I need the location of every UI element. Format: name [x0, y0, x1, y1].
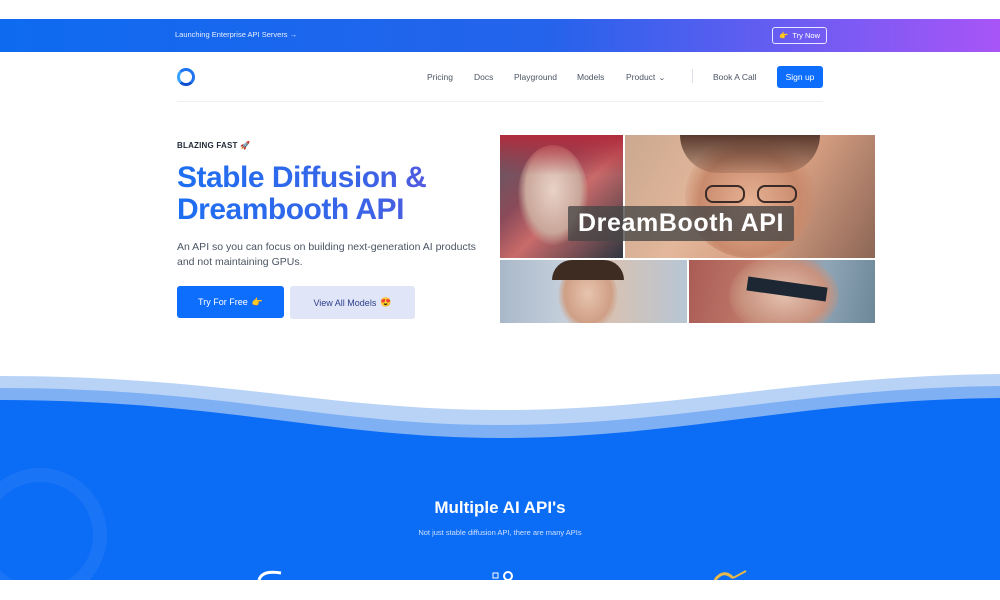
view-all-models-button[interactable]: View All Models 😍: [290, 286, 415, 319]
wave-section-background: [0, 370, 1000, 580]
portrait-image: [500, 260, 687, 323]
try-for-free-button[interactable]: Try For Free 👉: [177, 286, 284, 318]
announcement-link[interactable]: Launching Enterprise API Servers →: [175, 30, 297, 39]
navbar: [0, 52, 1000, 102]
nav-link-models[interactable]: Models: [577, 72, 604, 82]
portrait-image: [689, 260, 875, 323]
product-label: Product: [626, 72, 656, 82]
hero-title: Stable Diffusion & Dreambooth API: [177, 162, 497, 226]
nav-link-docs[interactable]: Docs: [474, 72, 493, 82]
view-all-models-label: View All Models: [313, 297, 377, 308]
heart-eyes-icon: 😍: [380, 297, 392, 307]
pointing-hand-icon: 👉: [251, 296, 263, 307]
chevron-down-icon: ⌄: [658, 75, 667, 82]
signup-button[interactable]: Sign up: [777, 66, 823, 88]
nav-link-product[interactable]: Product ⌄: [626, 72, 667, 82]
features-title: Multiple AI API's: [434, 498, 566, 517]
hero-subtitle: An API so you can focus on building next…: [177, 241, 476, 268]
pointing-hand-icon: 👉: [779, 31, 789, 40]
try-now-label: Try Now: [792, 31, 820, 40]
nav-divider: [692, 69, 693, 83]
feature-icon: [257, 570, 282, 580]
nav-link-pricing[interactable]: Pricing: [427, 72, 453, 82]
try-now-button[interactable]: 👉 Try Now: [772, 27, 827, 44]
collage-label: DreamBooth API: [568, 206, 795, 241]
announcement-banner: Launching Enterprise API Servers → 👉 Try…: [0, 19, 1000, 52]
try-for-free-label: Try For Free: [198, 297, 248, 307]
feature-icon: [492, 571, 513, 580]
header-divider: [177, 101, 823, 102]
logo-icon[interactable]: [177, 68, 195, 86]
book-call-link[interactable]: Book A Call: [713, 72, 756, 82]
hero-image-collage: DreamBooth API: [500, 135, 875, 323]
hero-eyebrow: BLAZING FAST 🚀: [177, 141, 251, 150]
features-subtitle: Not just stable diffusion API, there are…: [418, 528, 582, 537]
feature-icon: [713, 570, 747, 580]
nav-link-playground[interactable]: Playground: [514, 72, 557, 82]
